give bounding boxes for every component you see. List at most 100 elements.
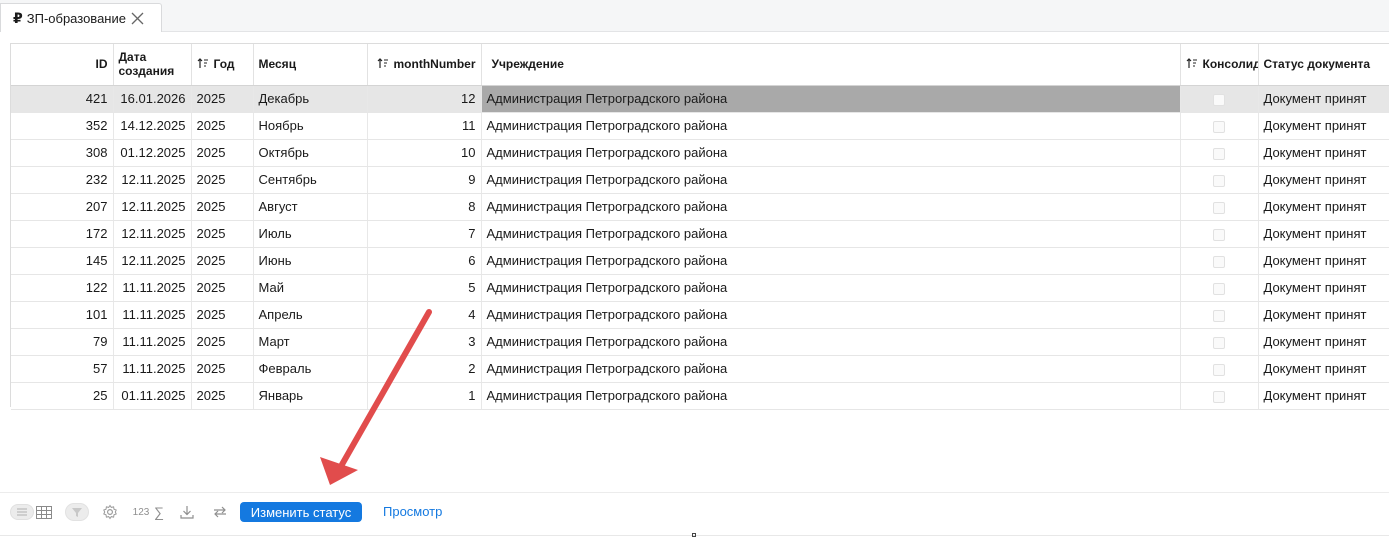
cell-month-number[interactable]: 6 <box>367 247 482 275</box>
cell-consolidated[interactable] <box>1180 112 1259 140</box>
gear-icon[interactable] <box>101 502 119 522</box>
cell-created[interactable]: 14.12.2025 <box>113 112 192 140</box>
cell-month-number[interactable]: 10 <box>367 139 482 167</box>
cell-created[interactable]: 11.11.2025 <box>113 355 192 383</box>
cell-institution[interactable]: Администрация Петроградского района <box>481 139 1181 167</box>
cell-month-number[interactable]: 11 <box>367 112 482 140</box>
cell-created[interactable]: 01.12.2025 <box>113 139 192 167</box>
cell-created[interactable]: 01.11.2025 <box>113 382 192 410</box>
cell-doc-status[interactable]: Документ принят <box>1258 355 1389 383</box>
cell-institution[interactable]: Администрация Петроградского района <box>481 247 1181 275</box>
cell-month[interactable]: Октябрь <box>253 139 368 167</box>
cell-month[interactable]: Май <box>253 274 368 302</box>
cell-doc-status[interactable]: Документ принят <box>1258 247 1389 275</box>
cell-doc-status[interactable]: Документ принят <box>1258 382 1389 410</box>
table-row[interactable]: 207 12.11.2025 2025 Август 8 Администрация Пе… <box>11 193 1389 221</box>
cell-consolidated[interactable] <box>1180 301 1259 329</box>
column-header-consolidated[interactable]: Консолид <box>1180 44 1259 86</box>
cell-institution[interactable]: Администрация Петроградского района <box>481 85 1181 113</box>
grid-icon[interactable] <box>35 502 53 522</box>
cell-doc-status[interactable]: Документ принят <box>1258 112 1389 140</box>
column-header-month[interactable]: Месяц <box>253 44 368 86</box>
cell-id[interactable]: 145 <box>11 247 114 275</box>
cell-doc-status[interactable]: Документ принят <box>1258 166 1389 194</box>
cell-month[interactable]: Июль <box>253 220 368 248</box>
change-status-button[interactable]: Изменить статус <box>240 502 362 522</box>
cell-year[interactable]: 2025 <box>191 220 254 248</box>
cell-created[interactable]: 11.11.2025 <box>113 301 192 329</box>
cell-year[interactable]: 2025 <box>191 328 254 356</box>
cell-month-number[interactable]: 4 <box>367 301 482 329</box>
cell-id[interactable]: 101 <box>11 301 114 329</box>
consolidated-checkbox[interactable] <box>1213 309 1225 322</box>
cell-month[interactable]: Январь <box>253 382 368 410</box>
cell-consolidated[interactable] <box>1180 382 1259 410</box>
cell-institution[interactable]: Администрация Петроградского района <box>481 166 1181 194</box>
cell-id[interactable]: 172 <box>11 220 114 248</box>
cell-consolidated[interactable] <box>1180 247 1259 275</box>
cell-consolidated[interactable] <box>1180 220 1259 248</box>
consolidated-checkbox[interactable] <box>1213 282 1225 295</box>
download-icon[interactable] <box>178 502 196 522</box>
consolidated-checkbox[interactable] <box>1213 201 1225 214</box>
cell-created[interactable]: 12.11.2025 <box>113 166 192 194</box>
cell-month[interactable]: Сентябрь <box>253 166 368 194</box>
cell-institution[interactable]: Администрация Петроградского района <box>481 382 1181 410</box>
cell-consolidated[interactable] <box>1180 328 1259 356</box>
cell-id[interactable]: 79 <box>11 328 114 356</box>
cell-consolidated[interactable] <box>1180 85 1259 113</box>
cell-year[interactable]: 2025 <box>191 112 254 140</box>
cell-month[interactable]: Декабрь <box>253 85 368 113</box>
column-header-institution[interactable]: Учреждение <box>481 44 1181 86</box>
cell-id[interactable]: 308 <box>11 139 114 167</box>
cell-id[interactable]: 232 <box>11 166 114 194</box>
table-row[interactable]: 352 14.12.2025 2025 Ноябрь 11 Администрация П… <box>11 112 1389 140</box>
consolidated-checkbox[interactable] <box>1213 336 1225 349</box>
consolidated-checkbox[interactable] <box>1213 255 1225 268</box>
cell-month-number[interactable]: 7 <box>367 220 482 248</box>
consolidated-checkbox[interactable] <box>1213 174 1225 187</box>
cell-consolidated[interactable] <box>1180 139 1259 167</box>
close-icon[interactable] <box>130 10 146 26</box>
cell-institution[interactable]: Администрация Петроградского района <box>481 328 1181 356</box>
cell-institution[interactable]: Администрация Петроградского района <box>481 301 1181 329</box>
cell-year[interactable]: 2025 <box>191 382 254 410</box>
column-header-year[interactable]: Год <box>191 44 254 86</box>
cell-institution[interactable]: Администрация Петроградского района <box>481 274 1181 302</box>
cell-consolidated[interactable] <box>1180 193 1259 221</box>
cell-month-number[interactable]: 9 <box>367 166 482 194</box>
table-row[interactable]: 232 12.11.2025 2025 Сентябрь 9 Администрация … <box>11 166 1389 194</box>
cell-doc-status[interactable]: Документ принят <box>1258 193 1389 221</box>
table-row[interactable]: 25 01.11.2025 2025 Январь 1 Администрация Пет… <box>11 382 1389 410</box>
cell-id[interactable]: 207 <box>11 193 114 221</box>
cell-month[interactable]: Ноябрь <box>253 112 368 140</box>
column-header-created[interactable]: Дата создания <box>113 44 192 86</box>
cell-consolidated[interactable] <box>1180 274 1259 302</box>
cell-consolidated[interactable] <box>1180 355 1259 383</box>
consolidated-checkbox[interactable] <box>1213 93 1225 106</box>
table-row[interactable]: 57 11.11.2025 2025 Февраль 2 Администрация Пе… <box>11 355 1389 383</box>
cell-doc-status[interactable]: Документ принят <box>1258 274 1389 302</box>
cell-doc-status[interactable]: Документ принят <box>1258 301 1389 329</box>
cell-created[interactable]: 11.11.2025 <box>113 274 192 302</box>
cell-year[interactable]: 2025 <box>191 274 254 302</box>
number-format-button[interactable]: 123 <box>131 502 151 522</box>
cell-institution[interactable]: Администрация Петроградского района <box>481 355 1181 383</box>
cell-year[interactable]: 2025 <box>191 139 254 167</box>
column-header-month-number[interactable]: monthNumber <box>367 44 482 86</box>
cell-month-number[interactable]: 12 <box>367 85 482 113</box>
cell-year[interactable]: 2025 <box>191 166 254 194</box>
sum-icon[interactable]: ∑ <box>152 502 166 522</box>
consolidated-checkbox[interactable] <box>1213 120 1225 133</box>
cell-id[interactable]: 122 <box>11 274 114 302</box>
cell-month[interactable]: Июнь <box>253 247 368 275</box>
refresh-icon[interactable] <box>211 502 229 522</box>
cell-id[interactable]: 57 <box>11 355 114 383</box>
table-row[interactable]: 79 11.11.2025 2025 Март 3 Администрация Петро… <box>11 328 1389 356</box>
cell-month[interactable]: Апрель <box>253 301 368 329</box>
filter-icon[interactable] <box>64 502 90 522</box>
cell-created[interactable]: 12.11.2025 <box>113 220 192 248</box>
consolidated-checkbox[interactable] <box>1213 228 1225 241</box>
cell-created[interactable]: 11.11.2025 <box>113 328 192 356</box>
cell-month[interactable]: Март <box>253 328 368 356</box>
